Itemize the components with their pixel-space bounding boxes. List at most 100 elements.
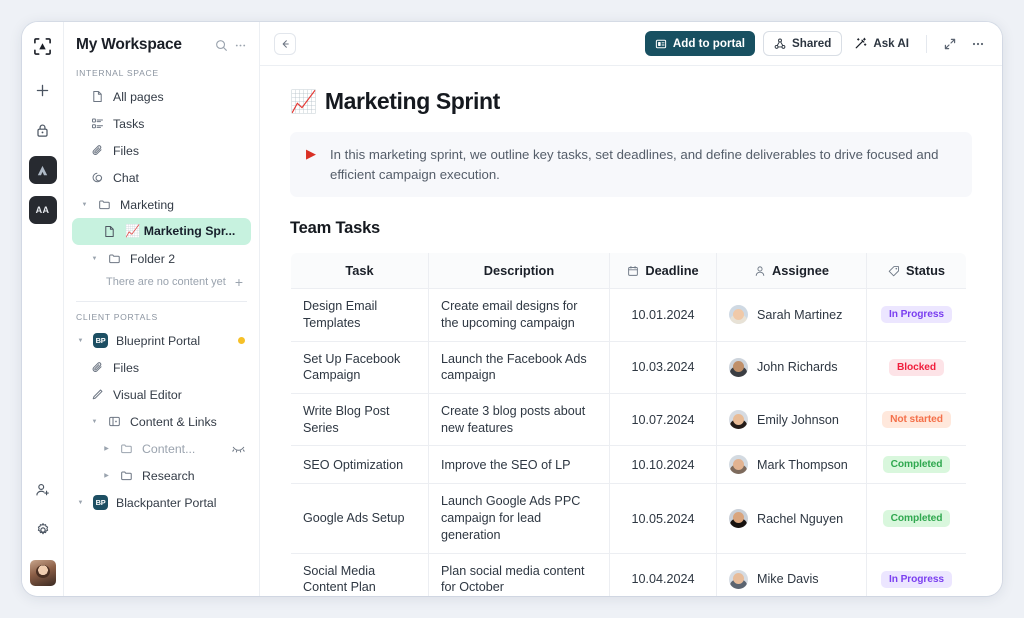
sidebar-folder-content[interactable]: ▶ Content... bbox=[72, 435, 251, 462]
cell-task[interactable]: Design Email Templates bbox=[291, 288, 429, 342]
cell-status[interactable]: Blocked bbox=[866, 340, 966, 395]
cell-deadline[interactable]: 10.03.2024 bbox=[609, 340, 717, 395]
chevron-down-icon[interactable]: ▼ bbox=[76, 338, 85, 344]
cell-assignee[interactable]: John Richards bbox=[716, 340, 867, 395]
cell-task[interactable]: Write Blog Post Series bbox=[291, 392, 429, 447]
shared-button[interactable]: Shared bbox=[763, 31, 843, 56]
cell-task[interactable]: SEO Optimization bbox=[291, 445, 429, 485]
sidebar-folder-folder2[interactable]: ▼ Folder 2 bbox=[72, 245, 251, 272]
chevron-down-icon[interactable]: ▼ bbox=[76, 500, 85, 506]
sidebar-portal-label: Blueprint Portal bbox=[116, 333, 201, 348]
cell-description[interactable]: Launch the Facebook Ads campaign bbox=[428, 340, 610, 395]
sidebar-portal-blackpanter[interactable]: ▼ BP Blackpanter Portal bbox=[72, 489, 251, 516]
cell-assignee[interactable]: Mike Davis bbox=[716, 552, 867, 596]
more-options-icon[interactable] bbox=[968, 34, 988, 54]
cell-task[interactable]: Set Up Facebook Campaign bbox=[291, 340, 429, 395]
cell-description[interactable]: Improve the SEO of LP bbox=[428, 445, 610, 485]
column-header-description[interactable]: Description bbox=[428, 253, 610, 290]
ask-ai-button[interactable]: Ask AI bbox=[850, 31, 913, 56]
cell-deadline[interactable]: 10.04.2024 bbox=[609, 552, 717, 596]
invite-user-icon[interactable] bbox=[29, 476, 57, 504]
sidebar-item-tasks[interactable]: Tasks bbox=[72, 110, 251, 137]
table-row[interactable]: Write Blog Post Series Create 3 blog pos… bbox=[291, 392, 966, 447]
cell-assignee[interactable]: Emily Johnson bbox=[716, 392, 867, 447]
add-to-portal-button[interactable]: Add to portal bbox=[644, 31, 756, 56]
page-icon bbox=[90, 90, 105, 103]
cell-deadline[interactable]: 10.10.2024 bbox=[609, 445, 717, 485]
profile-avatar[interactable] bbox=[29, 560, 56, 586]
portal-badge: BP bbox=[93, 495, 108, 510]
brand-aa-icon[interactable]: AA bbox=[28, 196, 57, 224]
sidebar-item-all-pages[interactable]: All pages bbox=[72, 83, 251, 110]
eye-off-icon[interactable] bbox=[232, 444, 245, 453]
cell-description[interactable]: Launch Google Ads PPC campaign for lead … bbox=[428, 483, 610, 554]
column-header-status[interactable]: Status bbox=[866, 253, 966, 290]
cell-task[interactable]: Google Ads Setup bbox=[291, 483, 429, 554]
column-header-task[interactable]: Task bbox=[291, 253, 429, 290]
cell-assignee[interactable]: Mark Thompson bbox=[716, 445, 867, 485]
chevron-down-icon[interactable]: ▼ bbox=[90, 419, 99, 425]
chevron-right-icon[interactable]: ▶ bbox=[102, 445, 111, 452]
back-button[interactable] bbox=[274, 32, 296, 55]
sidebar-item-content-links[interactable]: ▼ Content & Links bbox=[72, 408, 251, 435]
shared-label: Shared bbox=[792, 37, 832, 50]
team-tasks-table: Task Description Deadline Assignee Statu… bbox=[290, 252, 967, 596]
chevron-down-icon[interactable]: ▼ bbox=[80, 202, 89, 208]
sidebar-folder-marketing[interactable]: ▼ Marketing bbox=[72, 191, 251, 218]
cell-deadline[interactable]: 10.05.2024 bbox=[609, 483, 717, 554]
sidebar-item-files[interactable]: Files bbox=[72, 137, 251, 164]
cell-task[interactable]: Social Media Content Plan bbox=[291, 552, 429, 596]
sidebar-item-marketing-sprint[interactable]: 📈 Marketing Spr... bbox=[72, 218, 251, 245]
table-row[interactable]: Design Email Templates Create email desi… bbox=[291, 288, 966, 342]
folder-icon bbox=[107, 252, 122, 265]
sidebar-folder-research[interactable]: ▶ Research bbox=[72, 462, 251, 489]
cell-status[interactable]: Completed bbox=[866, 483, 966, 554]
sidebar-item-label: Content & Links bbox=[130, 414, 217, 429]
ask-ai-label: Ask AI bbox=[873, 37, 909, 50]
panel-icon bbox=[107, 415, 122, 428]
column-label: Assignee bbox=[772, 263, 829, 279]
cell-deadline[interactable]: 10.01.2024 bbox=[609, 288, 717, 342]
calendar-icon bbox=[627, 265, 639, 277]
cell-description[interactable]: Create email designs for the upcoming ca… bbox=[428, 288, 610, 342]
cell-description[interactable]: Plan social media content for October bbox=[428, 552, 610, 596]
workspace-more-icon[interactable] bbox=[234, 39, 247, 52]
cell-status[interactable]: In Progress bbox=[866, 288, 966, 342]
chevron-down-icon[interactable]: ▼ bbox=[90, 256, 99, 262]
sidebar-item-chat[interactable]: Chat bbox=[72, 164, 251, 191]
avatar bbox=[729, 305, 748, 325]
workspace-header: My Workspace bbox=[64, 22, 259, 60]
status-badge: Not started bbox=[882, 411, 951, 429]
cell-status[interactable]: Completed bbox=[866, 445, 966, 485]
expand-icon[interactable] bbox=[940, 34, 960, 54]
cell-description[interactable]: Create 3 blog posts about new features bbox=[428, 392, 610, 447]
search-icon[interactable] bbox=[215, 39, 228, 52]
brand-a-icon[interactable] bbox=[28, 156, 57, 184]
client-portals-label: CLIENT PORTALS bbox=[76, 312, 158, 322]
cell-status[interactable]: In Progress bbox=[866, 552, 966, 596]
column-header-deadline[interactable]: Deadline bbox=[609, 253, 717, 290]
cell-assignee[interactable]: Sarah Martinez bbox=[716, 288, 867, 342]
table-row[interactable]: Google Ads Setup Launch Google Ads PPC c… bbox=[291, 483, 966, 554]
table-row[interactable]: SEO Optimization Improve the SEO of LP 1… bbox=[291, 445, 966, 485]
app-logo-icon[interactable] bbox=[29, 32, 57, 60]
sidebar-portal-blueprint[interactable]: ▼ BP Blueprint Portal bbox=[72, 327, 251, 354]
cell-status[interactable]: Not started bbox=[866, 392, 966, 447]
cell-deadline[interactable]: 10.07.2024 bbox=[609, 392, 717, 447]
add-content-icon[interactable]: + bbox=[235, 275, 243, 289]
lock-icon[interactable] bbox=[29, 116, 57, 144]
add-icon[interactable] bbox=[29, 76, 57, 104]
table-row[interactable]: Social Media Content Plan Plan social me… bbox=[291, 552, 966, 596]
chevron-right-icon[interactable]: ▶ bbox=[102, 472, 111, 479]
person-icon bbox=[754, 265, 766, 277]
cell-assignee[interactable]: Rachel Nguyen bbox=[716, 483, 867, 554]
pencil-icon bbox=[90, 388, 105, 401]
sidebar-portal-label: Blackpanter Portal bbox=[116, 495, 217, 510]
sidebar-portal-item-visual-editor[interactable]: Visual Editor bbox=[72, 381, 251, 408]
column-header-assignee[interactable]: Assignee bbox=[716, 253, 867, 290]
settings-gear-icon[interactable] bbox=[29, 516, 57, 544]
status-badge: Completed bbox=[882, 510, 951, 528]
sidebar-portal-item-files[interactable]: Files bbox=[72, 354, 251, 381]
table-row[interactable]: Set Up Facebook Campaign Launch the Face… bbox=[291, 340, 966, 395]
portal-icon bbox=[655, 38, 667, 50]
